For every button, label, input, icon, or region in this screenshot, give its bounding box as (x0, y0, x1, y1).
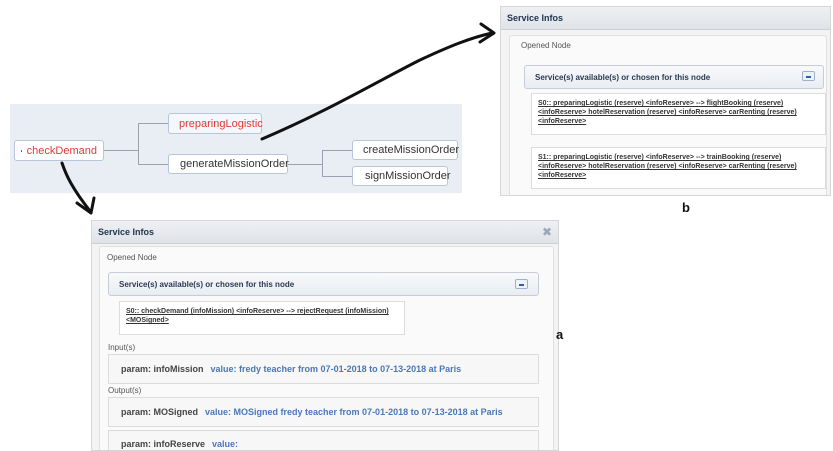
service-infos-panel-b: Service Infos Opened Node Service(s) ava… (500, 6, 831, 196)
param-value: value: (212, 439, 239, 449)
param-value: value: MOSigned fredy teacher from 07-01… (205, 407, 503, 417)
collapse-icon[interactable] (802, 71, 815, 81)
output-section-label: Output(s) (108, 386, 142, 395)
services-header[interactable]: Service(s) available(s) or chosen for th… (108, 272, 539, 296)
service-option[interactable]: S0:: preparingLogistic (reserve) <infoRe… (531, 93, 826, 135)
close-icon[interactable]: ✖ (542, 225, 552, 239)
label-a: a (556, 327, 564, 342)
param-name: param: infoReserve (121, 439, 206, 449)
output-param-row: param: MOSigned value: MOSigned fredy te… (108, 397, 539, 427)
service-option[interactable]: S1:: preparingLogistic (reserve) <infoRe… (531, 147, 826, 189)
services-header-label: Service(s) available(s) or chosen for th… (535, 72, 711, 82)
opened-node-label: Opened Node (107, 253, 157, 262)
panel-title: Service Infos (501, 7, 830, 30)
collapse-icon[interactable] (515, 279, 528, 289)
output-param-row: param: infoReserve value: (108, 430, 539, 450)
service-option[interactable]: S0:: checkDemand (infoMission) <infoRese… (119, 301, 405, 335)
services-header-label: Service(s) available(s) or chosen for th… (119, 279, 295, 289)
param-name: param: MOSigned (121, 407, 199, 417)
services-header[interactable]: Service(s) available(s) or chosen for th… (524, 65, 824, 89)
service-infos-panel-a: Service Infos ✖ Opened Node Service(s) a… (91, 220, 559, 451)
param-name: param: infoMission (121, 364, 204, 374)
label-b: b (682, 200, 690, 215)
input-param-row: param: infoMission value: fredy teacher … (108, 354, 539, 384)
opened-node-label: Opened Node (521, 41, 571, 50)
param-value: value: fredy teacher from 07-01-2018 to … (210, 364, 462, 374)
arrow-to-panel-b (260, 31, 494, 141)
input-section-label: Input(s) (108, 343, 136, 352)
panel-title: Service Infos (92, 221, 558, 244)
